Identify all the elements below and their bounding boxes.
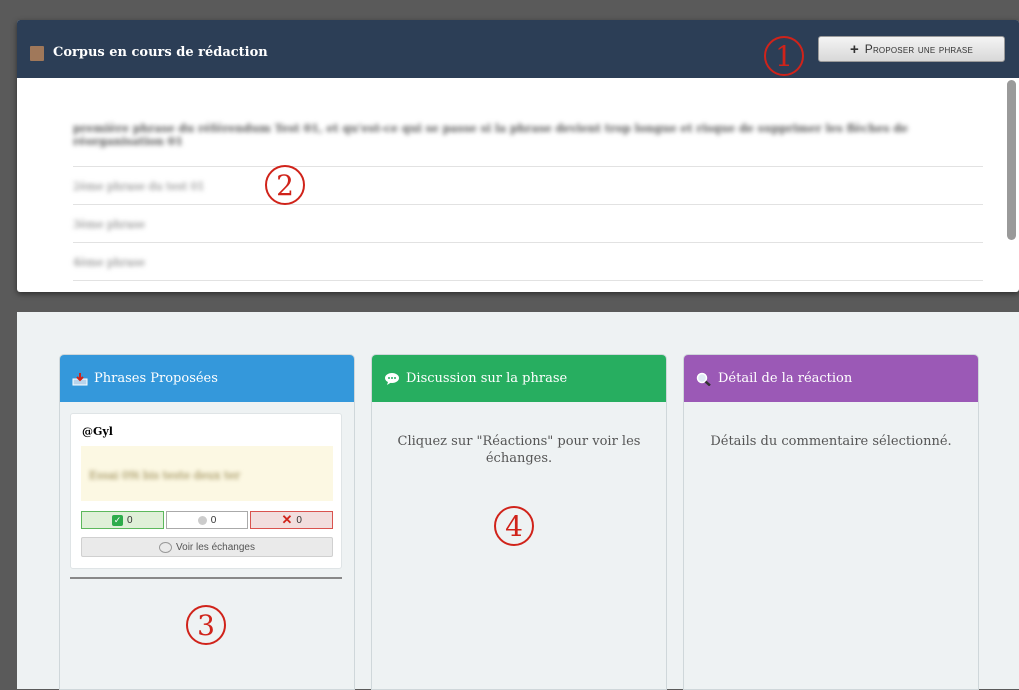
divider xyxy=(73,166,983,167)
sentence-list: première phrase du référendum Test 01, e… xyxy=(17,78,1019,292)
sentence-item[interactable]: première phrase du référendum Test 01, e… xyxy=(73,122,983,148)
proposal-text: Essai 09i bis teste deux ter xyxy=(89,469,241,482)
proposal-card: @Gyl Essai 09i bis teste deux ter ✓ 0 0 … xyxy=(70,413,342,569)
proposed-sentences-title: Phrases Proposées xyxy=(94,371,218,386)
reaction-detail-panel: Détail de la réaction Détails du comment… xyxy=(683,354,979,690)
cross-icon: ✕ xyxy=(281,512,293,527)
reaction-detail-title: Détail de la réaction xyxy=(718,371,853,386)
magnifier-icon xyxy=(696,372,711,386)
vote-neutral-button[interactable]: 0 xyxy=(165,511,249,529)
vote-bar: ✓ 0 0 ✕ 0 xyxy=(81,511,334,529)
callout-1: 1 xyxy=(764,36,804,76)
reaction-detail-placeholder: Détails du commentaire sélectionné. xyxy=(710,434,952,449)
see-exchanges-button[interactable]: Voir les échanges xyxy=(81,537,333,557)
divider xyxy=(70,577,342,579)
see-exchanges-label: Voir les échanges xyxy=(176,541,255,553)
divider xyxy=(73,242,983,243)
propose-sentence-label: Proposer une phrase xyxy=(864,42,974,56)
corpus-panel: Corpus en cours de rédaction + Proposer … xyxy=(17,20,1019,292)
discussion-title: Discussion sur la phrase xyxy=(406,371,568,386)
divider xyxy=(73,280,983,281)
callout-3: 3 xyxy=(186,605,226,645)
corpus-title: Corpus en cours de rédaction xyxy=(53,45,268,60)
comment-icon xyxy=(159,541,173,553)
speech-bubble-icon xyxy=(385,372,399,385)
vote-neutral-count: 0 xyxy=(210,514,217,526)
inbox-icon xyxy=(72,372,88,385)
divider xyxy=(73,204,983,205)
book-icon xyxy=(30,46,44,61)
discussion-placeholder: Cliquez sur "Réactions" pour voir les éc… xyxy=(397,434,641,466)
neutral-dot-icon xyxy=(197,515,207,525)
vote-no-count: 0 xyxy=(296,514,302,526)
proposal-author: @Gyl xyxy=(82,425,113,438)
scrollbar[interactable] xyxy=(1007,80,1016,240)
sentence-item[interactable]: 3ème phrase xyxy=(73,218,983,231)
callout-4: 4 xyxy=(494,506,534,546)
reaction-detail-header: Détail de la réaction xyxy=(684,355,978,402)
sentence-item[interactable]: 4ème phrase xyxy=(73,256,983,269)
propose-sentence-button[interactable]: + Proposer une phrase xyxy=(818,36,1005,62)
vote-yes-count: 0 xyxy=(127,514,133,526)
sentence-item[interactable]: 2ème phrase du test 01 xyxy=(73,180,983,193)
discussion-header: Discussion sur la phrase xyxy=(372,355,666,402)
proposal-text-box: Essai 09i bis teste deux ter xyxy=(81,446,333,501)
vote-yes-button[interactable]: ✓ 0 xyxy=(81,511,164,529)
plus-icon: + xyxy=(849,40,859,58)
workspace: Phrases Proposées @Gyl Essai 09i bis tes… xyxy=(17,312,1019,690)
corpus-header: Corpus en cours de rédaction + Proposer … xyxy=(17,20,1019,78)
vote-no-button[interactable]: ✕ 0 xyxy=(250,511,334,529)
check-icon: ✓ xyxy=(112,514,124,526)
callout-2: 2 xyxy=(265,165,305,205)
proposed-sentences-header: Phrases Proposées xyxy=(60,355,354,402)
